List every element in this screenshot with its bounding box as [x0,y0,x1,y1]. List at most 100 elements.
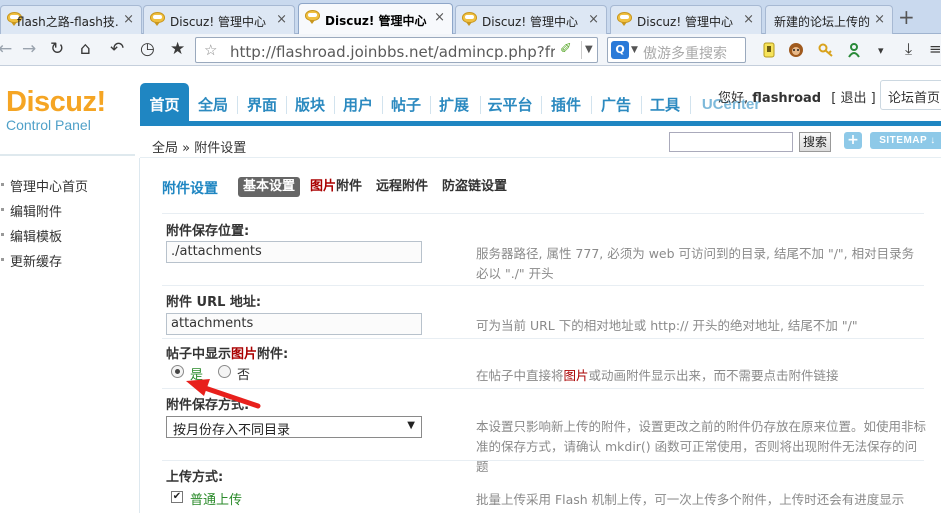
nav-item-users[interactable]: 用户 [339,83,377,121]
tab-label: 附件 [336,179,363,194]
breadcrumb: 全局 » 附件设置 [152,141,247,156]
forward-icon[interactable]: → [22,39,36,59]
nav-item-global[interactable]: 全局 [194,83,232,121]
menu-icon[interactable]: ▾ [878,41,884,61]
admin-search-button[interactable]: 搜索 [799,132,831,152]
page-title: 附件设置 [162,181,218,197]
nav-item-forums[interactable]: 版块 [291,83,329,121]
nav-item-interface[interactable]: 界面 [243,83,281,121]
address-bar[interactable]: ☆ http://flashroad.joinbbs.net/admincp.p… [195,37,598,63]
sitemap-button[interactable]: SITEMAP ↓ [870,132,941,149]
username: flashroad [752,91,822,106]
left-menu-item[interactable]: 更新缓存 [10,251,62,270]
search-engine-icon[interactable]: Q [611,41,629,59]
left-menu-item[interactable]: 管理中心首页 [10,176,88,195]
nav-item-plugins[interactable]: 插件 [546,83,586,121]
note-icon[interactable] [761,42,777,58]
address-url[interactable]: http://flashroad.joinbbs.net/admincp.php… [230,43,555,61]
tab-label-red: 图片 [310,179,337,194]
nav-item-tools[interactable]: 工具 [646,83,684,121]
attachment-url-input[interactable]: attachments [166,313,422,335]
field-tip: 批量上传采用 Flash 机制上传，可一次上传多个附件，上传时还会有进度显示 [476,492,905,507]
admin-search-input[interactable] [669,132,793,152]
page-scrollbar[interactable] [927,158,941,513]
field-tip: 本设置只影响新上传的附件，设置更改之前的附件仍存放在原来位置。如使用非标准的保存… [476,419,927,474]
tab-close-icon[interactable]: × [743,12,754,27]
upload-mode-label[interactable]: 普通上传 [190,489,242,508]
main-content: 附件设置 基本设置 图片附件 远程附件 防盗链设置 附件保存位置: ./atta… [140,158,941,513]
add-shortcut-button[interactable]: + [844,132,862,149]
logo-subtitle: Control Panel [6,117,91,133]
nav-item-home[interactable]: 首页 [140,83,189,121]
field-label: 附件保存方式: [166,398,250,413]
browser-tab[interactable]: Discuz! 管理中心 × [610,5,762,34]
attachment-path-input[interactable]: ./attachments [166,241,422,263]
chevron-down-icon[interactable]: ▼ [585,44,593,55]
key-icon[interactable] [818,42,834,58]
tab-image-attachments[interactable]: 图片附件 [310,177,362,197]
tab-remote-attachments[interactable]: 远程附件 [376,177,428,197]
bookmark-star-icon[interactable]: ★ [170,39,185,59]
discuz-logo[interactable]: Discuz! Control Panel [6,86,106,133]
browser-tab-strip: flash之路-flash技... × Discuz! 管理中心 × Discu… [0,0,941,35]
search-placeholder: 傲游多重搜索 [643,46,727,62]
left-menu-item[interactable]: 编辑附件 [10,201,62,220]
download-icon[interactable]: ⤓ [905,39,912,59]
nav-item-extend[interactable]: 扩展 [435,83,473,121]
tab-close-icon[interactable]: × [123,12,134,27]
browser-tab[interactable]: flash之路-flash技... × [0,5,142,34]
tab-anti-leech[interactable]: 防盗链设置 [442,177,507,197]
browser-tab[interactable]: Discuz! 管理中心 × [455,5,607,34]
discuz-favicon-icon [305,10,321,24]
chevron-down-icon[interactable]: ▼ [631,45,638,55]
discuz-favicon-icon [462,12,478,26]
nav-item-ads[interactable]: 广告 [596,83,636,121]
discuz-favicon-icon [150,12,166,26]
tab-title: 新建的论坛上传的图... [774,15,870,29]
home-icon[interactable]: ⌂ [80,39,91,59]
radio-yes-label[interactable]: 是 [190,364,203,383]
tab-close-icon[interactable]: × [434,10,445,25]
forum-home-button[interactable]: 论坛首页 [880,80,941,110]
back-icon[interactable]: ← [0,39,12,59]
discuz-favicon-icon [617,12,633,26]
upload-mode-checkbox[interactable]: ✔ [171,491,183,503]
sub-header: 全局 » 附件设置 搜索 + SITEMAP ↓ [140,126,941,158]
radio-no-label[interactable]: 否 [237,364,250,383]
plugin-icon[interactable]: ✐ [560,41,572,57]
radio-yes[interactable] [171,365,184,378]
left-menu-item[interactable]: 编辑模板 [10,226,62,245]
tab-title: flash之路-flash技... [17,15,119,29]
favorite-star-icon[interactable]: ☆ [204,41,217,59]
browser-tab[interactable]: 新建的论坛上传的图... × [765,5,893,34]
logout-link[interactable]: [ 退出 ] [831,91,875,106]
tab-basic-settings[interactable]: 基本设置 [238,177,301,197]
history-icon[interactable]: ◷ [140,39,155,59]
browser-tab-active[interactable]: Discuz! 管理中心 × [298,3,453,35]
tab-close-icon[interactable]: × [874,12,885,27]
browser-search-box[interactable]: Q ▼ 傲游多重搜索 [607,37,746,63]
nav-item-posts[interactable]: 帖子 [387,83,425,121]
new-tab-button[interactable]: + [898,7,915,27]
nav-item-cloud[interactable]: 云平台 [484,83,536,121]
left-menu: 管理中心首页 编辑附件 编辑模板 更新缓存 [0,158,140,513]
chevron-down-icon: ▼ [407,420,415,431]
tab-title: Discuz! 管理中心 [170,15,266,29]
greeting: 您好, [718,91,749,106]
hamburger-icon[interactable]: ≡ [929,39,941,59]
select-value: 按月份存入不同目录 [173,423,291,438]
field-tip: 服务器路径, 属性 777, 必须为 web 可访问到的目录, 结尾不加 "/"… [476,246,915,281]
save-mode-select[interactable]: 按月份存入不同目录 ▼ [166,416,422,438]
tab-close-icon[interactable]: × [588,12,599,27]
browser-tab[interactable]: Discuz! 管理中心 × [143,5,295,34]
tab-title: Discuz! 管理中心 [482,15,578,29]
reload-icon[interactable]: ↻ [50,39,64,59]
logo-text: Discuz! [6,86,106,118]
undo-icon[interactable]: ↶ [110,39,124,59]
radio-no[interactable] [218,365,231,378]
person-icon[interactable] [847,42,863,58]
tab-close-icon[interactable]: × [276,12,287,27]
field-tip: 在帖子中直接将图片或动画附件显示出来，而不需要点击附件链接 [476,368,839,383]
field-label: 附件 URL 地址: [166,295,262,310]
monkey-icon[interactable] [788,42,804,58]
